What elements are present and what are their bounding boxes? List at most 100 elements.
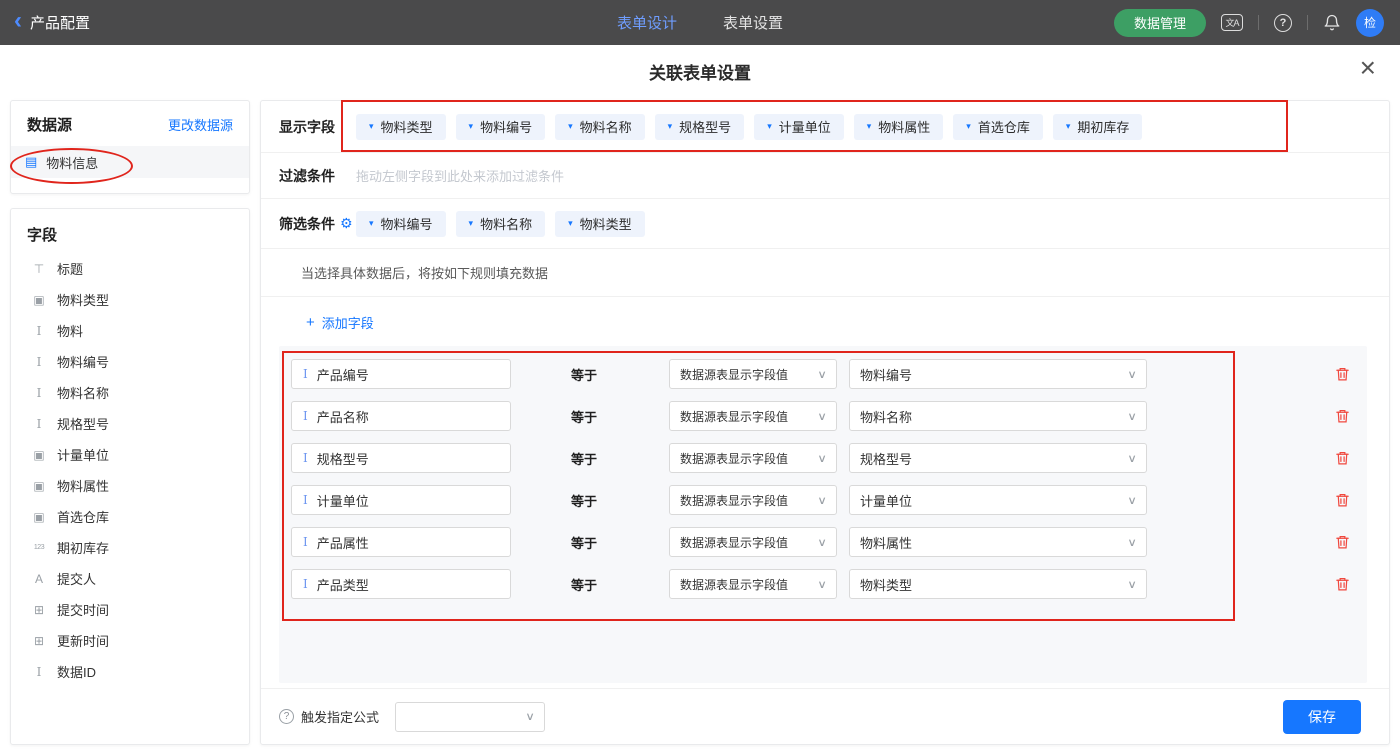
input-icon: I <box>32 324 46 338</box>
mapping-row: I规格型号等于数据源表显示字段值∨规格型号∨ <box>291 443 1355 473</box>
field-chip[interactable]: ▾物料编号 <box>356 211 446 237</box>
back-button[interactable]: ‹ 产品配置 <box>14 0 90 45</box>
mapping-target-field[interactable]: I产品编号 <box>291 359 511 389</box>
mapping-row: I产品编号 等于 数据源表显示字段值∨ 物料编号∨ <box>291 359 1355 389</box>
input-icon: I <box>32 386 46 400</box>
filter-dropzone[interactable]: 拖动左侧字段到此处来添加过滤条件 <box>356 166 564 185</box>
help-icon[interactable]: ? <box>1274 14 1292 32</box>
data-manage-button[interactable]: 数据管理 <box>1114 9 1206 37</box>
formula-help-icon[interactable]: ? <box>279 709 294 724</box>
delete-mapping-button[interactable] <box>1335 492 1351 509</box>
field-chip[interactable]: ▾物料类型 <box>356 114 446 140</box>
field-chip[interactable]: ▾规格型号 <box>655 114 745 140</box>
add-field-button[interactable]: + 添加字段 <box>306 313 374 332</box>
bell-icon[interactable] <box>1323 14 1341 32</box>
divider <box>1307 15 1308 30</box>
mapping-source-field-select[interactable]: 规格型号∨ <box>849 443 1147 473</box>
language-icon[interactable]: 文A <box>1221 14 1243 31</box>
mapping-source-type-select[interactable]: 数据源表显示字段值∨ <box>669 443 837 473</box>
sidebar-field-item[interactable]: A提交人 <box>11 563 249 594</box>
input-icon: I <box>303 367 308 381</box>
field-chip[interactable]: ▾期初库存 <box>1053 114 1143 140</box>
mapping-source-type-select[interactable]: 数据源表显示字段值∨ <box>669 527 837 557</box>
mapping-source-field-select[interactable]: 物料属性∨ <box>849 527 1147 557</box>
field-chip[interactable]: ▾物料名称 <box>555 114 645 140</box>
mapping-target-field[interactable]: I产品名称 <box>291 401 511 431</box>
change-datasource-link[interactable]: 更改数据源 <box>168 115 233 134</box>
field-label: 标题 <box>57 259 83 278</box>
field-chip[interactable]: ▾物料类型 <box>555 211 645 237</box>
chevron-down-icon: ▾ <box>568 218 573 229</box>
divider <box>1258 15 1259 30</box>
avatar[interactable]: 检 <box>1356 9 1384 37</box>
delete-mapping-button[interactable] <box>1335 408 1351 425</box>
topbar-tab-2[interactable]: 表单设置 <box>723 12 783 33</box>
mapping-operator: 等于 <box>571 365 603 384</box>
sidebar-field-item[interactable]: I物料名称 <box>11 377 249 408</box>
mapping-source-type-select[interactable]: 数据源表显示字段值∨ <box>669 569 837 599</box>
plus-icon: + <box>306 314 315 331</box>
modal-header: 关联表单设置 <box>0 45 1400 97</box>
sidebar-field-item[interactable]: ▣物料属性 <box>11 470 249 501</box>
sidebar-field-item[interactable]: ▣计量单位 <box>11 439 249 470</box>
mapping-source-field-select[interactable]: 物料名称∨ <box>849 401 1147 431</box>
topbar-actions: 数据管理 文A ? 检 <box>1114 0 1384 45</box>
display-fields-label: 显示字段 <box>279 117 356 137</box>
chevron-down-icon: ▾ <box>966 121 971 132</box>
mapping-operator: 等于 <box>571 533 603 552</box>
chevron-down-icon: ∨ <box>1127 494 1137 507</box>
mapping-target-field[interactable]: I产品属性 <box>291 527 511 557</box>
sidebar-field-item[interactable]: I物料 <box>11 315 249 346</box>
field-chip[interactable]: ▾计量单位 <box>754 114 844 140</box>
mapping-target-field[interactable]: I计量单位 <box>291 485 511 515</box>
gear-icon[interactable]: ⚙ <box>340 215 353 232</box>
sidebar-field-item[interactable]: I数据ID <box>11 656 249 687</box>
mapping-target-field[interactable]: I产品类型 <box>291 569 511 599</box>
screen-fields-label-text: 筛选条件 <box>279 214 335 234</box>
sidebar-field-item[interactable]: ▣物料类型 <box>11 284 249 315</box>
mapping-source-type-select[interactable]: 数据源表显示字段值∨ <box>669 359 837 389</box>
mapping-target-label: 产品类型 <box>317 575 369 594</box>
formula-select[interactable]: ∨ <box>395 702 545 732</box>
field-chip[interactable]: ▾物料编号 <box>456 114 546 140</box>
save-button[interactable]: 保存 <box>1283 700 1361 734</box>
calendar-icon: ⊞ <box>32 634 46 648</box>
close-icon[interactable]: × <box>1360 54 1376 82</box>
field-chip[interactable]: ▾物料名称 <box>456 211 546 237</box>
input-icon: I <box>32 355 46 369</box>
mapping-source-field-select[interactable]: 物料类型∨ <box>849 569 1147 599</box>
mapping-source-type-select[interactable]: 数据源表显示字段值∨ <box>669 401 837 431</box>
delete-mapping-button[interactable] <box>1335 450 1351 467</box>
sidebar-field-item[interactable]: 123期初库存 <box>11 532 249 563</box>
mapping-target-label: 规格型号 <box>317 449 369 468</box>
chip-label: 计量单位 <box>779 117 831 136</box>
mapping-row: I产品属性 等于 数据源表显示字段值∨ 物料属性∨ <box>291 527 1355 557</box>
mapping-target-field[interactable]: I规格型号 <box>291 443 511 473</box>
chevron-down-icon: ∨ <box>817 578 827 591</box>
mapping-source-type-select-value: 数据源表显示字段值 <box>680 534 788 551</box>
field-label: 数据ID <box>57 662 96 681</box>
input-icon: I <box>32 417 46 431</box>
mapping-source-field-select[interactable]: 计量单位∨ <box>849 485 1147 515</box>
mapping-source-type-select[interactable]: 数据源表显示字段值∨ <box>669 485 837 515</box>
sidebar-field-item[interactable]: I规格型号 <box>11 408 249 439</box>
field-chip[interactable]: ▾物料属性 <box>854 114 944 140</box>
number-icon: 123 <box>32 544 46 551</box>
sidebar-field-item[interactable]: ⊞更新时间 <box>11 625 249 656</box>
mapping-source-field-select[interactable]: 物料编号∨ <box>849 359 1147 389</box>
chevron-down-icon: ∨ <box>817 368 827 381</box>
sidebar-field-item[interactable]: ▣首选仓库 <box>11 501 249 532</box>
chevron-down-icon: ∨ <box>1127 368 1137 381</box>
topbar-tab-1[interactable]: 表单设计 <box>617 12 677 33</box>
sidebar-field-item[interactable]: ⊤标题 <box>11 253 249 284</box>
fields-title: 字段 <box>11 209 249 253</box>
delete-mapping-button[interactable] <box>1335 534 1351 551</box>
field-chip[interactable]: ▾首选仓库 <box>953 114 1043 140</box>
filter-label: 过滤条件 <box>279 166 356 186</box>
sidebar-field-item[interactable]: I物料编号 <box>11 346 249 377</box>
delete-mapping-button[interactable] <box>1335 576 1351 593</box>
datasource-item[interactable]: ▤ 物料信息 <box>11 146 249 178</box>
sidebar-field-item[interactable]: ⊞提交时间 <box>11 594 249 625</box>
delete-mapping-button[interactable] <box>1335 366 1351 383</box>
calendar-icon: ⊞ <box>32 603 46 617</box>
